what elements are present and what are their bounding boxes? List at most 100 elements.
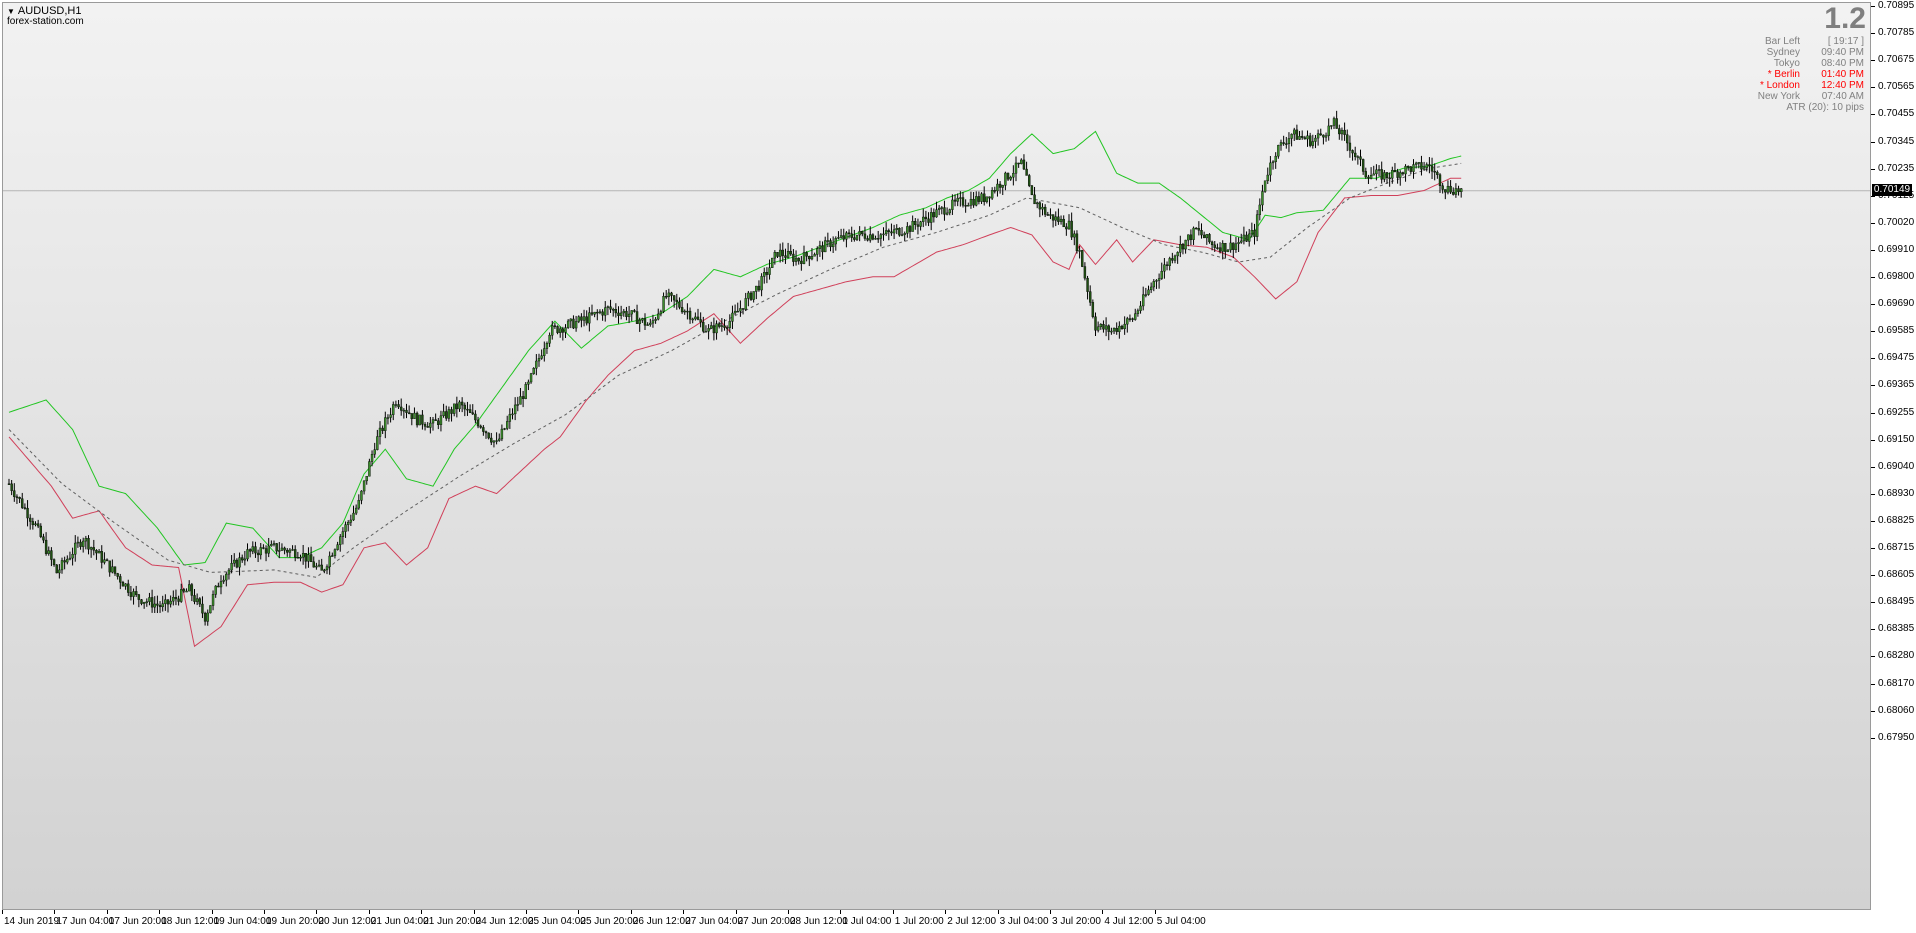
info-row-value: 12:40 PM xyxy=(1821,80,1864,91)
candle-body xyxy=(1311,141,1315,146)
candle-body xyxy=(983,193,986,202)
price-tick xyxy=(1871,710,1875,712)
time-tick xyxy=(106,910,108,914)
price-tick-label: 0.68605 xyxy=(1878,569,1915,581)
price-tick xyxy=(1871,304,1875,306)
candle-body xyxy=(479,425,482,428)
candle-body xyxy=(1406,165,1410,168)
candle-body xyxy=(1356,156,1360,158)
candle-body xyxy=(1351,150,1354,154)
candle-body xyxy=(1237,242,1240,244)
time-tick-label: 21 Jun 04:00 xyxy=(370,916,429,927)
candle-body xyxy=(476,419,480,427)
info-row: Tokyo 08:40 PM xyxy=(1738,58,1866,69)
candle-body xyxy=(1152,281,1156,288)
candle-body xyxy=(638,320,641,324)
candle-body xyxy=(148,597,151,602)
candle-body xyxy=(1046,214,1050,216)
candle-body xyxy=(203,612,207,622)
candle-body xyxy=(240,557,244,561)
candle-body xyxy=(630,310,633,315)
candle-body xyxy=(784,255,787,258)
candle-body xyxy=(1401,172,1405,175)
info-row-value: 08:40 PM xyxy=(1821,58,1864,69)
candle-body xyxy=(389,414,392,418)
info-row: Bar Left [ 19:17 ] xyxy=(1738,36,1866,47)
candle-body xyxy=(1247,233,1251,242)
price-tick xyxy=(1871,520,1875,522)
candle-body xyxy=(1224,243,1227,252)
candle-body xyxy=(248,549,252,552)
candle-body xyxy=(1369,174,1373,179)
candle-body xyxy=(1102,324,1105,330)
candle-body xyxy=(625,310,628,317)
candle-body xyxy=(924,216,928,220)
candle-body xyxy=(728,321,731,328)
candle-body xyxy=(937,207,941,210)
candle-body xyxy=(879,234,883,239)
candle-body xyxy=(1245,234,1248,242)
candle-body xyxy=(778,249,782,257)
candle-body xyxy=(187,584,191,592)
candle-body xyxy=(1115,327,1118,332)
candle-body xyxy=(193,595,196,602)
candle-body xyxy=(1073,233,1076,238)
candle-body xyxy=(903,233,906,235)
candle-body xyxy=(598,311,602,314)
price-axis[interactable]: 0.70895 0.70785 0.70675 0.70565 0.70455 0.703… xyxy=(1871,0,1916,910)
candle-body xyxy=(450,409,453,414)
candle-body xyxy=(26,507,29,519)
candle-body xyxy=(166,599,170,605)
candle-body xyxy=(741,308,745,310)
price-tick xyxy=(1871,358,1875,360)
candle-body xyxy=(1391,170,1394,179)
time-tick xyxy=(1154,910,1156,914)
candle-body xyxy=(495,440,498,442)
candle-body xyxy=(105,559,109,562)
candle-body xyxy=(890,231,893,234)
candle-body xyxy=(574,321,578,329)
price-tick-label: 0.68385 xyxy=(1878,623,1915,635)
candle-body xyxy=(837,237,840,239)
candle-body xyxy=(262,547,265,549)
candle-body xyxy=(278,550,281,552)
candle-body xyxy=(1287,138,1291,145)
candle-body xyxy=(426,426,429,428)
dropdown-arrow-icon[interactable]: ▼ xyxy=(7,7,15,16)
candle-body xyxy=(789,250,792,255)
candle-body xyxy=(1253,229,1256,237)
candle-body xyxy=(291,549,294,551)
candle-body xyxy=(988,196,991,199)
candle-body xyxy=(58,569,61,574)
candle-body xyxy=(256,552,260,556)
candle-body xyxy=(111,566,114,573)
price-tick xyxy=(1871,575,1875,577)
candle-body xyxy=(142,601,146,604)
candle-body xyxy=(572,318,575,329)
time-tick-label: 3 Jul 20:00 xyxy=(1052,916,1101,927)
candle-body xyxy=(1210,241,1214,246)
time-axis[interactable]: 14 Jun 2019 17 Jun 04:00 17 Jun 20:00 18 Ju… xyxy=(0,910,1871,933)
candle-body xyxy=(932,212,936,218)
candle-body xyxy=(1298,136,1301,140)
info-row-value: 07:40 AM xyxy=(1821,91,1864,102)
candle-body xyxy=(1359,156,1362,160)
price-tick-label: 0.68170 xyxy=(1878,677,1915,689)
time-tick xyxy=(368,910,370,914)
candle-body xyxy=(1361,159,1365,172)
candle-body xyxy=(810,256,814,260)
candle-body xyxy=(1205,234,1209,239)
chart-window[interactable]: ▼ AUDUSD,H1 forex-station.com 1.2 Bar Lef… xyxy=(0,0,1916,933)
candle-body xyxy=(50,550,53,560)
candle-body xyxy=(524,384,527,399)
price-tick-label: 0.69585 xyxy=(1878,325,1915,337)
time-tick-label: 20 Jun 12:00 xyxy=(318,916,377,927)
candle-body xyxy=(21,498,24,508)
price-tick xyxy=(1871,737,1875,739)
candle-body xyxy=(551,325,554,336)
candle-body xyxy=(418,414,421,426)
candle-body xyxy=(935,209,938,218)
chart-plot-area[interactable]: ▼ AUDUSD,H1 forex-station.com xyxy=(2,2,1871,910)
candle-body xyxy=(1343,129,1346,135)
info-row-label: Sydney xyxy=(1766,47,1800,58)
